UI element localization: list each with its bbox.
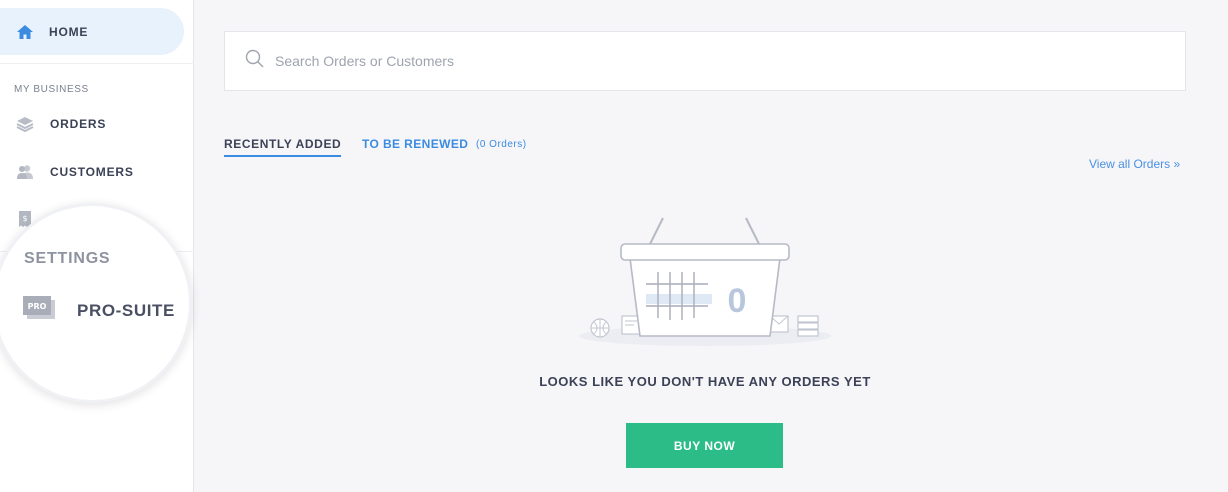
divider [0,63,194,64]
sidebar-item-label: PRO-SUITE [77,300,175,320]
sidebar-item-label: ORDERS [50,117,107,131]
users-icon [16,163,34,181]
view-all-orders-link[interactable]: View all Orders » [1089,157,1180,171]
search-icon [245,49,264,73]
home-icon [16,23,34,41]
empty-state-message: LOOKS LIKE YOU DON'T HAVE ANY ORDERS YET [539,374,871,389]
pro-icon-text: PRO [28,302,47,311]
search-input[interactable] [275,53,1155,69]
stack-icon [16,115,34,133]
sidebar-item-customers[interactable]: CUSTOMERS [0,152,194,192]
sidebar-item-label: HOME [49,24,89,39]
search-bar [224,31,1186,91]
settings-title: SETTINGS [24,250,111,267]
tab-recently-added[interactable]: RECENTLY ADDED [224,137,342,157]
sidebar-item-pro-suite[interactable]: PRO PRO-SUITE [23,296,175,325]
empty-basket-illustration: 0 [579,217,831,346]
renew-count: (0 Orders) [476,139,527,150]
magnifier-overlay: SETTINGS PRO PRO-SUITE [0,203,192,403]
buy-now-button[interactable]: BUY NOW [626,423,783,468]
tab-to-be-renewed[interactable]: TO BE RENEWED [362,137,468,151]
sidebar-item-home[interactable]: HOME [0,8,184,55]
sidebar-item-orders[interactable]: ORDERS [0,104,194,144]
sidebar-item-label: CUSTOMERS [50,165,134,179]
basket-count: 0 [728,282,747,320]
pro-icon: PRO [23,296,55,325]
svg-text:$: $ [22,214,27,223]
section-title-my-business: MY BUSINESS [14,84,89,95]
